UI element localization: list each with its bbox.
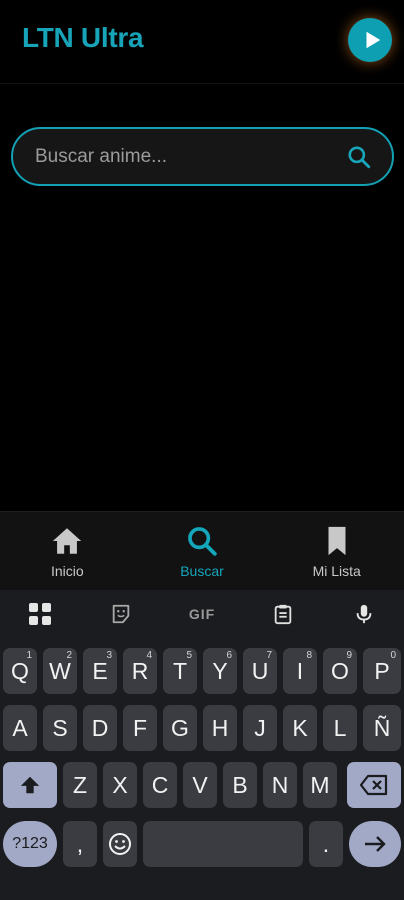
sticker-button[interactable] bbox=[101, 594, 141, 634]
key-d[interactable]: D bbox=[83, 705, 117, 751]
key-h[interactable]: H bbox=[203, 705, 237, 751]
nav-item-buscar[interactable]: Buscar bbox=[135, 512, 270, 590]
key-f[interactable]: F bbox=[123, 705, 157, 751]
key-v[interactable]: V bbox=[183, 762, 217, 808]
nav-label-inicio: Inicio bbox=[50, 563, 84, 579]
search-icon bbox=[188, 527, 217, 556]
emoji-key[interactable] bbox=[103, 821, 137, 867]
key-g[interactable]: G bbox=[163, 705, 197, 751]
nav-item-mi-lista[interactable]: Mi Lista bbox=[269, 512, 404, 590]
comma-key[interactable]: , bbox=[63, 821, 97, 867]
play-button[interactable] bbox=[348, 18, 392, 62]
key-e[interactable]: E3 bbox=[83, 648, 117, 694]
backspace-icon bbox=[359, 774, 388, 796]
key-j[interactable]: J bbox=[243, 705, 277, 751]
key-m[interactable]: M bbox=[303, 762, 337, 808]
app-title: LTN Ultra bbox=[22, 22, 144, 53]
symbols-key[interactable]: ?123 bbox=[3, 821, 57, 867]
keyboard-row-2: A S D F G H J K L Ñ bbox=[0, 705, 404, 751]
nav-label-mi-lista: Mi Lista bbox=[312, 563, 361, 579]
key-a[interactable]: A bbox=[3, 705, 37, 751]
key-k[interactable]: K bbox=[283, 705, 317, 751]
apps-grid-button[interactable] bbox=[20, 594, 60, 634]
search-icon[interactable] bbox=[346, 144, 372, 170]
period-key[interactable]: . bbox=[309, 821, 343, 867]
key-n-tilde[interactable]: Ñ bbox=[363, 705, 401, 751]
gif-label: GIF bbox=[188, 606, 216, 622]
backspace-key[interactable] bbox=[347, 762, 401, 808]
sticker-icon bbox=[112, 604, 130, 624]
apps-grid-icon bbox=[29, 603, 52, 625]
space-key[interactable] bbox=[143, 821, 303, 867]
play-icon bbox=[366, 31, 380, 49]
key-n[interactable]: N bbox=[263, 762, 297, 808]
search-bar[interactable] bbox=[11, 127, 394, 186]
key-p[interactable]: P0 bbox=[363, 648, 401, 694]
bottom-navigation: Inicio Buscar Mi Lista bbox=[0, 511, 404, 590]
key-y[interactable]: Y6 bbox=[203, 648, 237, 694]
arrow-right-icon bbox=[365, 836, 386, 852]
shift-icon bbox=[20, 776, 40, 794]
nav-label-buscar: Buscar bbox=[180, 563, 224, 579]
on-screen-keyboard: GIF Q1 W2 E3 R4 T5 Y6 U7 I8 O9 P0 A S D … bbox=[0, 590, 404, 900]
keyboard-row-3: Z X C V B N M bbox=[0, 762, 404, 808]
enter-key[interactable] bbox=[349, 821, 401, 867]
key-u[interactable]: U7 bbox=[243, 648, 277, 694]
key-z[interactable]: Z bbox=[63, 762, 97, 808]
keyboard-row-1: Q1 W2 E3 R4 T5 Y6 U7 I8 O9 P0 bbox=[0, 648, 404, 694]
microphone-button[interactable] bbox=[344, 594, 384, 634]
key-l[interactable]: L bbox=[323, 705, 357, 751]
app-header: LTN Ultra bbox=[0, 0, 404, 84]
key-s[interactable]: S bbox=[43, 705, 77, 751]
keyboard-toolbar: GIF bbox=[0, 590, 404, 638]
key-q[interactable]: Q1 bbox=[3, 648, 37, 694]
microphone-icon bbox=[356, 604, 371, 624]
key-c[interactable]: C bbox=[143, 762, 177, 808]
clipboard-icon bbox=[274, 604, 292, 625]
keyboard-row-4: ?123 , . bbox=[0, 821, 404, 867]
key-t[interactable]: T5 bbox=[163, 648, 197, 694]
key-r[interactable]: R4 bbox=[123, 648, 157, 694]
search-input[interactable] bbox=[35, 145, 346, 168]
emoji-icon bbox=[109, 833, 131, 855]
shift-key[interactable] bbox=[3, 762, 57, 808]
key-b[interactable]: B bbox=[223, 762, 257, 808]
key-x[interactable]: X bbox=[103, 762, 137, 808]
key-o[interactable]: O9 bbox=[323, 648, 357, 694]
home-icon bbox=[53, 528, 82, 554]
key-i[interactable]: I8 bbox=[283, 648, 317, 694]
nav-item-inicio[interactable]: Inicio bbox=[0, 512, 135, 590]
key-w[interactable]: W2 bbox=[43, 648, 77, 694]
clipboard-button[interactable] bbox=[263, 594, 303, 634]
bookmark-icon bbox=[328, 526, 346, 556]
gif-button[interactable]: GIF bbox=[182, 594, 222, 634]
